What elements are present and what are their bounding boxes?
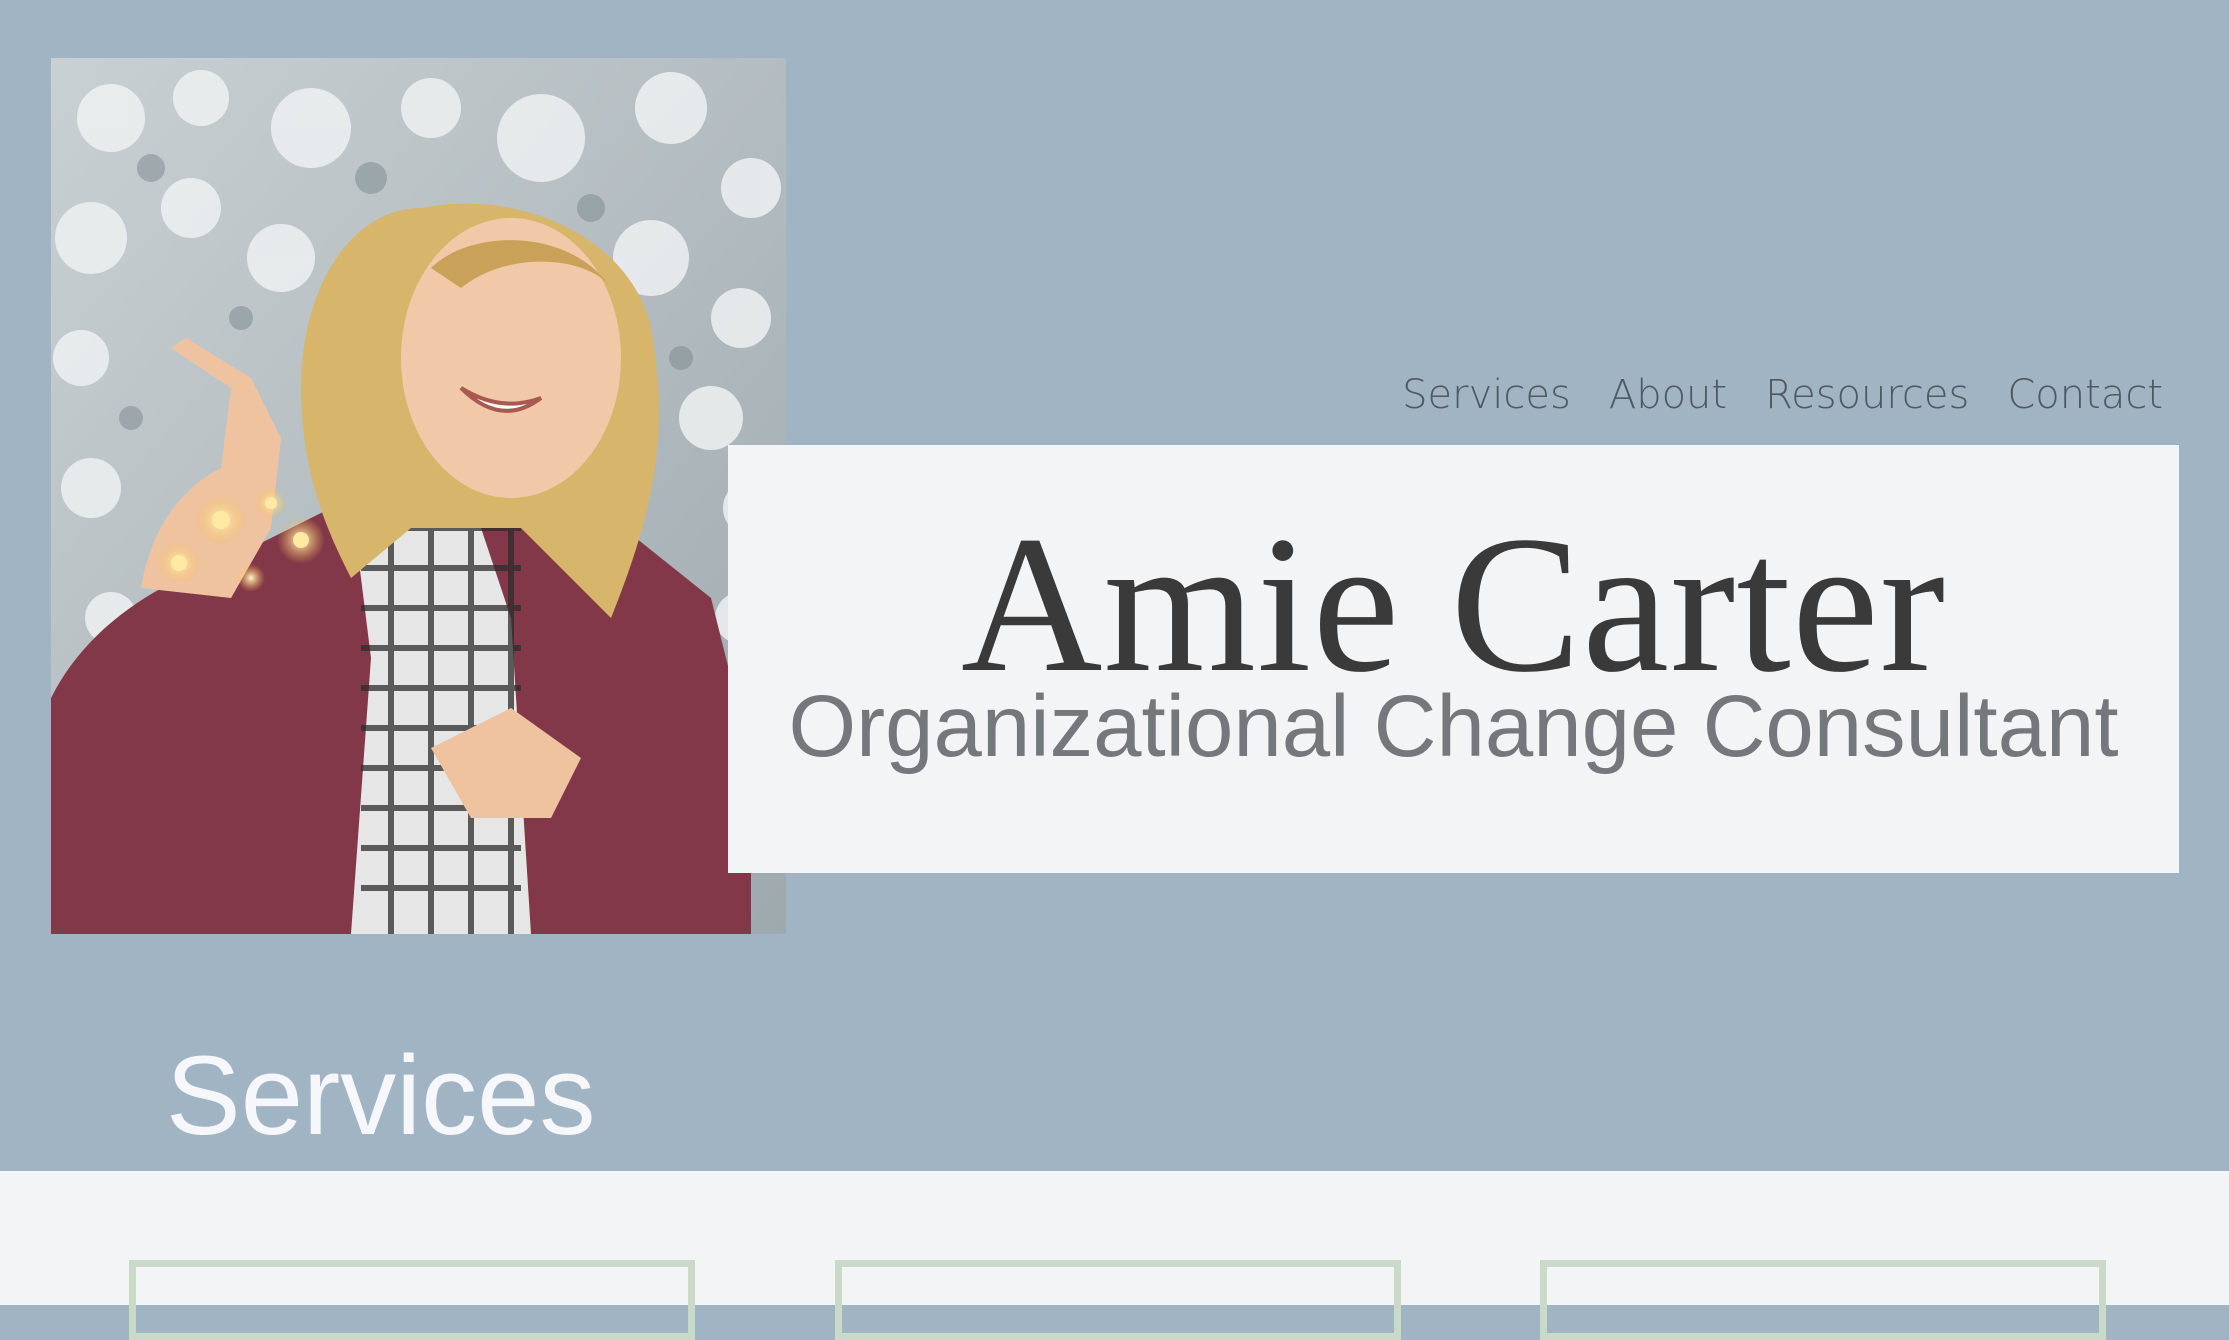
service-card[interactable] — [835, 1260, 1401, 1340]
service-card[interactable] — [129, 1260, 695, 1340]
title-card: Amie Carter Organizational Change Consul… — [728, 445, 2179, 873]
nav-link-services[interactable]: Services — [1402, 372, 1571, 418]
hero-section: Services About Resources Contact Amie Ca… — [0, 0, 2229, 1171]
nav-link-about[interactable]: About — [1609, 372, 1727, 418]
nav-link-resources[interactable]: Resources — [1765, 372, 1969, 418]
profile-photo — [51, 58, 786, 934]
services-heading: Services — [166, 1033, 596, 1158]
service-card[interactable] — [1540, 1260, 2106, 1340]
site-tagline: Organizational Change Consultant — [788, 678, 2119, 775]
site-name: Amie Carter — [960, 496, 1947, 713]
main-nav: Services About Resources Contact — [1402, 372, 2163, 418]
nav-link-contact[interactable]: Contact — [2007, 372, 2163, 418]
